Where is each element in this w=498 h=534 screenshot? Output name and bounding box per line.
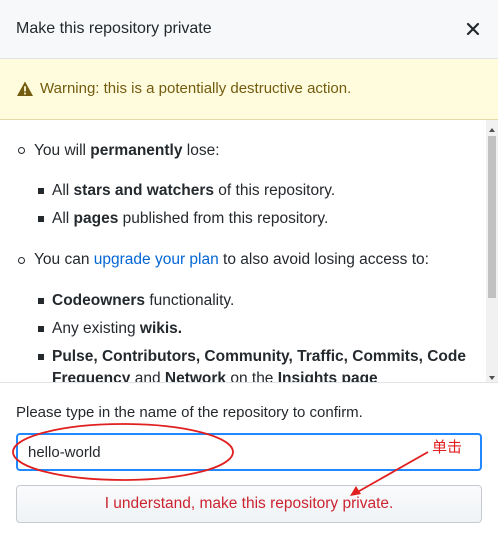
make-private-button[interactable]: I understand, make this repository priva… [16,485,482,523]
lose-intro: You will permanently lose: [34,142,220,159]
consequences-list: You will permanently lose: All stars and… [0,120,486,382]
access-item-insights-line2: Frequency and Network on the Insights pa… [52,370,378,382]
annotation-label: 单击 [432,438,463,456]
bullet-icon [38,354,44,360]
dialog-title: Make this repository private [16,20,212,37]
upgrade-plan-link[interactable]: upgrade your plan [94,251,219,268]
bullet-icon [38,188,44,194]
alert-triangle-icon [16,80,34,98]
make-private-dialog: Make this repository private Warning: th… [0,0,498,534]
bullet-icon [38,216,44,222]
scroll-up-arrow-icon[interactable] [486,122,498,132]
access-item-wikis: Any existing wikis. [52,320,183,337]
bullet-icon [18,257,25,264]
upgrade-intro: You can upgrade your plan to also avoid … [34,251,429,268]
repository-name-input[interactable] [16,433,482,471]
bullet-icon [38,326,44,332]
access-item-insights: Pulse, Contributors, Community, Traffic,… [52,348,466,365]
lose-item-stars: All stars and watchers of this repositor… [52,182,336,199]
close-icon[interactable] [462,18,484,40]
warning-text: Warning: this is a potentially destructi… [40,80,352,97]
access-item-codeowners: Codeowners functionality. [52,292,235,309]
content-scrollbar[interactable] [486,120,498,382]
scroll-down-arrow-icon[interactable] [486,370,498,380]
dialog-footer: Please type in the name of the repositor… [0,382,498,534]
scroll-thumb[interactable] [488,136,496,298]
bullet-icon [18,147,25,154]
dialog-header: Make this repository private [0,0,498,59]
bullet-icon [38,298,44,304]
lose-item-pages: All pages published from this repository… [52,210,329,227]
confirm-label: Please type in the name of the repositor… [16,404,363,421]
warning-banner: Warning: this is a potentially destructi… [0,59,498,120]
